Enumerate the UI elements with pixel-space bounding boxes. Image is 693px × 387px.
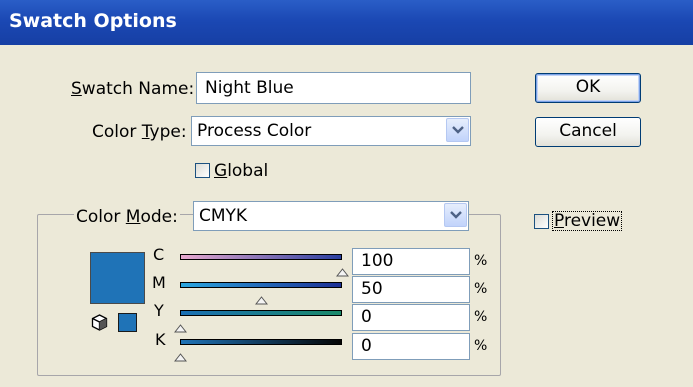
preview-label[interactable]: Preview — [552, 211, 623, 231]
title-bar[interactable]: Swatch Options — [0, 0, 693, 45]
cyan-value-input[interactable]: 100 — [352, 248, 470, 275]
color-type-dropdown[interactable]: Process Color — [191, 116, 471, 146]
color-mode-dropdown[interactable]: CMYK — [193, 201, 469, 231]
black-slider-thumb[interactable] — [173, 347, 187, 366]
channel-letter: C — [153, 245, 165, 264]
swatch-options-dialog: Swatch Options Swatch Name: Night Blue C… — [0, 0, 693, 387]
black-value-input[interactable]: 0 — [352, 333, 470, 360]
color-mode-value: CMYK — [199, 206, 248, 226]
color-mode-label: Color Mode: — [74, 207, 180, 227]
magenta-slider-track[interactable] — [180, 282, 342, 288]
cyan-slider-track[interactable] — [180, 254, 342, 260]
percent-label: % — [474, 281, 488, 297]
global-checkbox[interactable] — [195, 163, 210, 178]
cyan-slider-thumb[interactable] — [335, 262, 349, 281]
out-of-gamut-cube-icon — [91, 314, 108, 335]
percent-label: % — [474, 338, 488, 354]
black-slider-track[interactable] — [180, 339, 342, 345]
channel-letter: K — [155, 330, 166, 349]
cancel-button[interactable]: Cancel — [535, 117, 641, 147]
color-type-value: Process Color — [197, 121, 312, 141]
window-title: Swatch Options — [9, 10, 177, 32]
channel-letter: M — [152, 273, 166, 292]
yellow-value-input[interactable]: 0 — [352, 304, 470, 331]
percent-label: % — [474, 309, 488, 325]
global-label[interactable]: Global — [214, 161, 268, 181]
magenta-slider-thumb[interactable] — [254, 290, 268, 309]
in-gamut-swatch[interactable] — [118, 313, 137, 332]
percent-label: % — [474, 253, 488, 269]
yellow-slider-thumb[interactable] — [173, 318, 187, 337]
chevron-down-icon[interactable] — [446, 118, 469, 142]
ok-button[interactable]: OK — [535, 73, 641, 103]
chevron-down-icon[interactable] — [444, 203, 467, 227]
swatch-name-label: Swatch Name: — [71, 79, 195, 99]
swatch-name-input[interactable]: Night Blue — [196, 72, 471, 104]
preview-checkbox[interactable] — [534, 214, 549, 229]
yellow-slider-track[interactable] — [180, 310, 342, 316]
color-type-label: Color Type: — [92, 122, 187, 142]
channel-letter: Y — [154, 301, 164, 320]
color-preview-swatch — [90, 252, 145, 304]
magenta-value-input[interactable]: 50 — [352, 276, 470, 303]
